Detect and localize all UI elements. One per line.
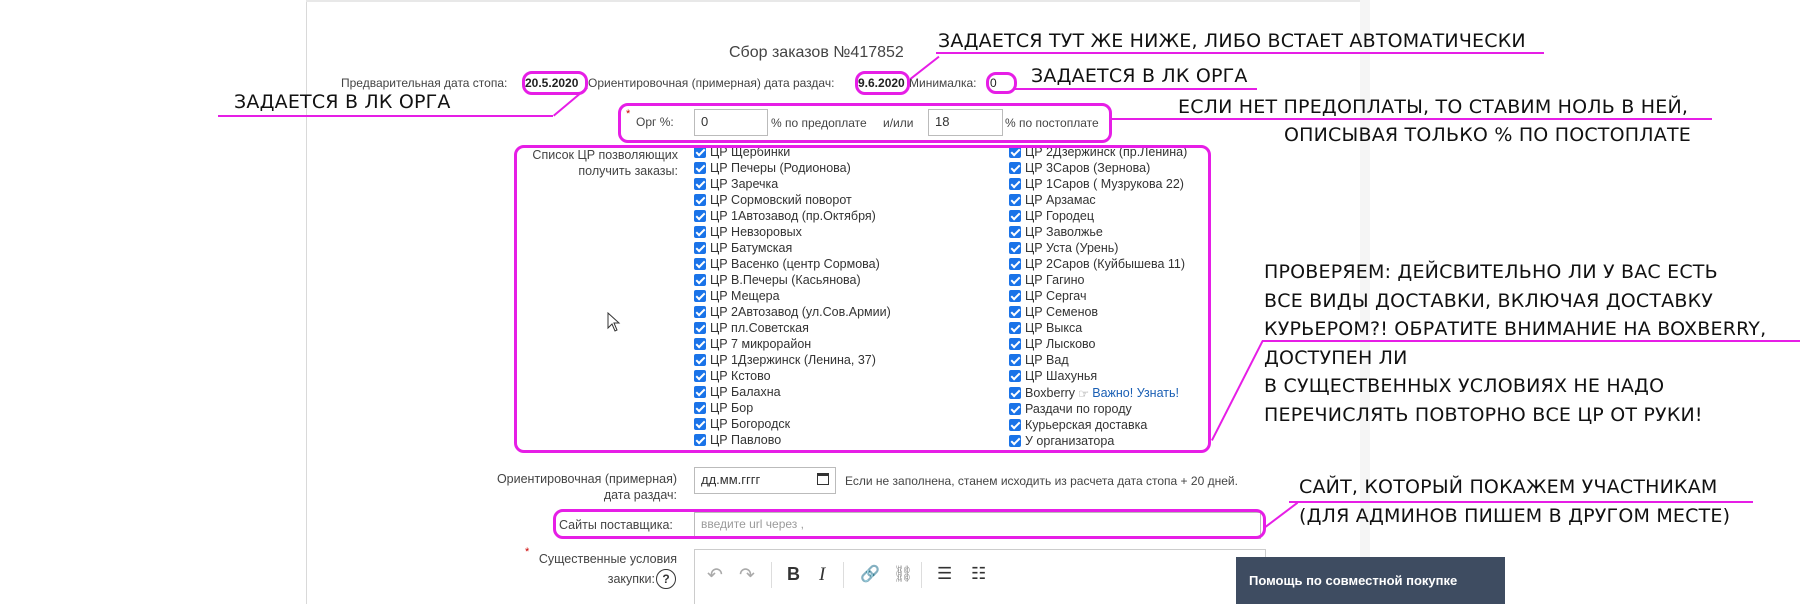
stop-date-highlight (522, 71, 588, 95)
annotation-lk-org-stop: ЗАДАЕТСЯ В ЛК ОРГА (234, 91, 451, 113)
link-icon[interactable]: 🔗 (860, 564, 880, 584)
help-question-icon[interactable]: ? (656, 569, 676, 589)
approx-date-placeholder: дд.мм.гггг (701, 472, 761, 487)
help-widget[interactable]: Помощь по совместной покупке (1236, 557, 1505, 604)
annotation-prepay-line1: ЕСЛИ НЕТ ПРЕДОПЛАТЫ, ТО СТАВИМ НОЛЬ В НЕ… (1178, 96, 1689, 118)
distribution-date-label: Ориентировочная (примерная) дата раздач: (588, 76, 835, 90)
redo-icon[interactable]: ↷ (739, 564, 755, 587)
editor-toolbar: ↶ ↷ B I 🔗 ⛓ ☰ ☷ (694, 549, 1266, 604)
undo-icon[interactable]: ↶ (707, 564, 723, 587)
toolbar-separator (771, 562, 772, 588)
italic-icon[interactable]: I (819, 564, 825, 586)
page-top-rule (306, 0, 1361, 2)
approx-date-input[interactable]: дд.мм.гггг (694, 467, 836, 494)
annotation-underline (1289, 501, 1753, 503)
org-percent-highlight (618, 103, 1112, 143)
annotation-underline (936, 52, 1544, 54)
annotation-check-line: ПЕРЕЧИСЛЯТЬ ПОВТОРНО ВСЕ ЦР ОТ РУКИ! (1264, 404, 1703, 426)
page-title: Сбор заказов №417852 (729, 44, 904, 61)
annotation-connector (1265, 501, 1299, 528)
annotation-underline (218, 115, 553, 117)
bulleted-list-icon[interactable]: ☰ (937, 564, 952, 584)
annotation-lk-org-minimum: ЗАДАЕТСЯ В ЛК ОРГА (1031, 65, 1248, 87)
bold-icon[interactable]: B (787, 564, 800, 585)
supplier-sites-highlight (553, 509, 1266, 539)
annotation-underline (1015, 88, 1257, 90)
annotation-check-line: ВСЕ ВИДЫ ДОСТАВКИ, ВКЛЮЧАЯ ДОСТАВКУ (1264, 289, 1714, 312)
annotation-site-line2: (ДЛЯ АДМИНОВ ПИШЕМ В ДРУГОМ МЕСТЕ) (1299, 505, 1731, 527)
annotation-auto-date: ЗАДАЕТСЯ ТУТ ЖЕ НИЖЕ, ЛИБО ВСТАЕТ АВТОМА… (938, 30, 1526, 52)
distribution-date-highlight (855, 71, 910, 95)
numbered-list-icon[interactable]: ☷ (971, 564, 986, 584)
approx-date-label-line1: Ориентировочная (примерная) (496, 472, 677, 486)
toolbar-separator (843, 562, 844, 588)
annotation-connector (1211, 340, 1264, 441)
unlink-icon[interactable]: ⛓ (893, 564, 913, 584)
annotation-check-line: ДОСТУПЕН ЛИ (1264, 346, 1408, 369)
annotation-check-line: В СУЩЕСТВЕННЫХ УСЛОВИЯХ НЕ НАДО (1264, 375, 1665, 398)
annotation-site-line1: САЙТ, КОТОРЫЙ ПОКАЖЕМ УЧАСТНИКАМ (1299, 476, 1718, 498)
annotation-prepay-line2: ОПИСЫВАЯ ТОЛЬКО % ПО ПОСТОПЛАТЕ (1284, 124, 1691, 146)
calendar-icon[interactable] (817, 473, 829, 485)
minimum-highlight (986, 72, 1017, 94)
approx-date-label-line2: дата раздач: (603, 488, 677, 502)
annotation-check-line: КУРЬЕРОМ?! ОБРАТИТЕ ВНИМАНИЕ НА BOXBERRY… (1264, 318, 1767, 341)
annotation-underline (1262, 340, 1800, 342)
cr-list-highlight (514, 145, 1211, 453)
essential-terms-label-line2: закупки: (607, 572, 655, 586)
essential-terms-label-line1: Существенные условия (538, 552, 677, 566)
stop-date-label: Предварительная дата стопа: (341, 76, 508, 90)
approx-date-hint: Если не заполнена, станем исходить из ра… (845, 474, 1238, 488)
annotation-underline (1110, 118, 1712, 120)
minimum-label: Минималка: (909, 76, 977, 90)
toolbar-separator (921, 562, 922, 588)
annotation-check-line: ПРОВЕРЯЕМ: ДЕЙСВИТЕЛЬНО ЛИ У ВАС ЕСТЬ (1264, 261, 1718, 283)
